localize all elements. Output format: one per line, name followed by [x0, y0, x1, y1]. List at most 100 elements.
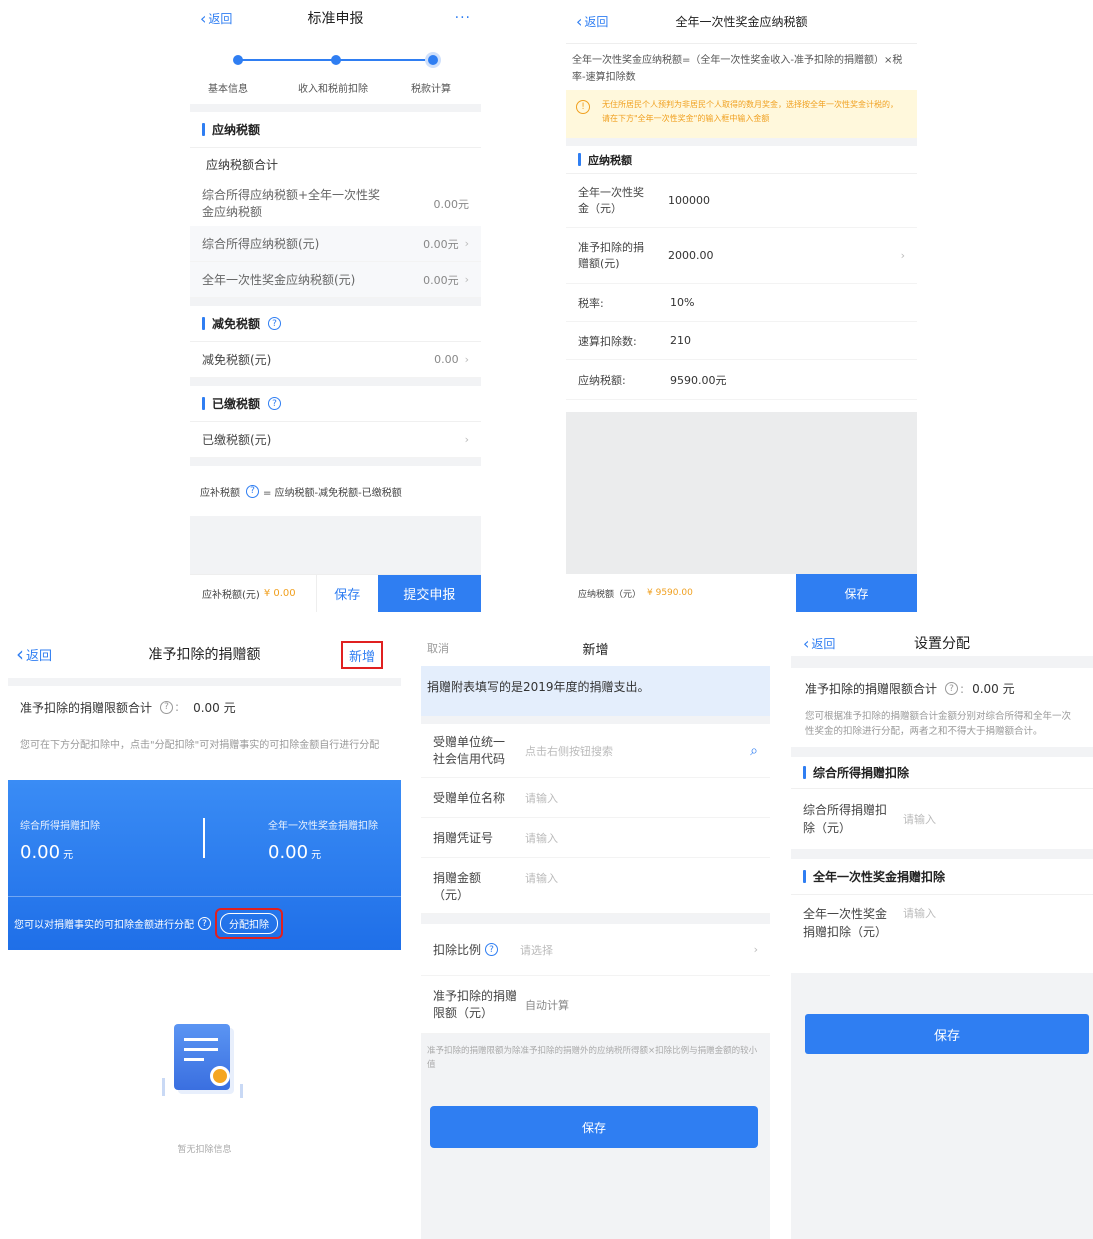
- formula-text: = 应纳税额-减免税额-已缴税额: [263, 487, 402, 499]
- empty-state: 暂无扣除信息: [8, 950, 401, 1239]
- kv-row-bonus: 全年一次性奖金（元） 100000: [566, 174, 917, 228]
- save-button[interactable]: 保存: [805, 1014, 1089, 1054]
- kv-key: 全年一次性奖金（元）: [578, 185, 644, 215]
- help-icon[interactable]: ?: [246, 484, 259, 498]
- recipient-name-input[interactable]: 请输入: [525, 790, 758, 806]
- step-dot-1: [233, 55, 243, 65]
- chevron-right-icon: ›: [753, 943, 758, 956]
- help-icon[interactable]: ?: [268, 317, 282, 330]
- formula-text: 全年一次性奖金应纳税额=（全年一次性奖金收入-准予扣除的捐赠额）×税率-速算扣除…: [572, 55, 903, 83]
- section-comprehensive: 综合所得捐赠扣除 综合所得捐赠扣除（元） 请输入: [791, 757, 1093, 849]
- kv-row-payable: 应纳税额: 9590.00元: [566, 360, 917, 400]
- warning-icon: !: [576, 100, 590, 114]
- help-icon[interactable]: ?: [198, 917, 211, 930]
- section-title: 应纳税额: [566, 146, 917, 174]
- footer-value: ¥ 9590.00: [647, 588, 693, 598]
- save-button[interactable]: 保存: [315, 575, 378, 612]
- summary-right: 全年一次性奖金捐赠扣除 0.00 元: [268, 817, 378, 863]
- limit-value: 自动计算: [525, 998, 569, 1012]
- step-progress: 基本信息 收入和税前扣除 税款计算: [190, 36, 481, 104]
- allot-text: 您可以对捐赠事实的可扣除金额进行分配: [14, 920, 194, 931]
- row-comprehensive-tax[interactable]: 综合所得应纳税额(元) 0.00元 ›: [190, 226, 481, 262]
- step-dot-2: [331, 55, 341, 65]
- save-button[interactable]: 保存: [796, 574, 917, 612]
- kv-key: 速算扣除数:: [578, 334, 637, 348]
- section-title-paid: 已缴税额?: [190, 386, 481, 422]
- help-icon[interactable]: ?: [945, 682, 959, 695]
- summary-card: 综合所得捐赠扣除 0.00 元 全年一次性奖金捐赠扣除 0.00 元 您可以对捐赠事…: [8, 780, 401, 950]
- field-label: 受赠单位统一社会信用代码: [433, 734, 506, 766]
- help-icon[interactable]: ?: [485, 943, 499, 956]
- limit-note: 准予扣除的捐赠限额为除准予扣除的捐赠外的应纳税所得额×扣除比例与捐赠金额的较小值: [427, 1046, 758, 1070]
- cancel-button[interactable]: 取消: [427, 640, 449, 656]
- field-ratio[interactable]: 扣除比例 ? 请选择 ›: [421, 924, 770, 976]
- footer-bar: 应补税额(元) ¥ 0.00 保存 提交申报: [190, 574, 481, 612]
- formula-label: 应补税额: [200, 487, 240, 499]
- back-button[interactable]: ‹ 返回: [576, 0, 608, 43]
- limit-label: 准予扣除的捐赠限额合计: [805, 682, 938, 696]
- add-button[interactable]: 新增: [341, 641, 383, 669]
- total-row: 综合所得应纳税额+全年一次性奖金应纳税额 0.00元: [190, 182, 481, 226]
- more-icon[interactable]: ···: [455, 10, 471, 26]
- chevron-right-icon: ›: [464, 237, 469, 250]
- field-label: 全年一次性奖金捐赠扣除（元）: [803, 907, 888, 939]
- screen-set-allocation: ‹ 返回 设置分配 准予扣除的捐赠限额合计 ? : 0.00 元 您可根据准予扣除…: [791, 630, 1093, 1239]
- help-icon[interactable]: ?: [268, 397, 282, 410]
- credit-code-input[interactable]: 点击右侧按钮搜索: [525, 743, 750, 759]
- save-button[interactable]: 保存: [430, 1106, 758, 1148]
- back-button[interactable]: ‹ 返回: [803, 630, 835, 656]
- search-icon[interactable]: ⌕: [750, 743, 758, 759]
- allot-highlight: 分配扣除: [215, 908, 283, 939]
- year-banner: 捐赠附表填写的是2019年度的捐赠支出。: [421, 666, 770, 716]
- page-title: 标准申报: [307, 11, 364, 27]
- row-reduce[interactable]: 减免税额(元) 0.00 ›: [190, 342, 481, 378]
- kv-value: 2000.00: [668, 249, 714, 262]
- limit-label: 准予扣除的捐赠限额合计: [20, 700, 153, 715]
- field-label: 捐赠凭证号: [433, 831, 494, 845]
- row-bonus-tax[interactable]: 全年一次性奖金应纳税额(元) 0.00元 ›: [190, 262, 481, 298]
- kv-row-quick: 速算扣除数: 210: [566, 322, 917, 360]
- page-title: 全年一次性奖金应纳税额: [675, 15, 808, 29]
- row-paid[interactable]: 已缴税额(元) ›: [190, 422, 481, 458]
- divider: [190, 298, 481, 306]
- bonus-input[interactable]: 请输入: [903, 905, 1081, 921]
- kv-row-donation[interactable]: 准予扣除的捐赠额(元) 2000.00 ›: [566, 228, 917, 284]
- limit-value: 0.00 元: [972, 682, 1015, 696]
- back-button[interactable]: ‹ 返回: [16, 630, 52, 678]
- blank-area: [566, 412, 917, 574]
- section-title-payable: 应纳税额: [190, 112, 481, 148]
- amount-input[interactable]: 请输入: [525, 870, 758, 886]
- kv-key: 准予扣除的捐赠额(元): [578, 240, 644, 270]
- allot-bar: 您可以对捐赠事实的可扣除金额进行分配 ? 分配扣除: [8, 896, 401, 950]
- page-title: 准予扣除的捐赠额: [148, 647, 261, 663]
- limit-block: 准予扣除的捐赠限额合计 ? : 0.00 元 您可根据准予扣除的捐赠额合计金额分…: [791, 668, 1093, 747]
- step-label-2: 收入和税前扣除: [298, 84, 368, 95]
- screen-bonus-tax: ‹ 返回 全年一次性奖金应纳税额 全年一次性奖金应纳税额=（全年一次性奖金收入-准…: [566, 0, 917, 612]
- row-value: 0.00元: [423, 273, 459, 287]
- field-voucher: 捐赠凭证号 请输入: [421, 818, 770, 858]
- allot-button[interactable]: 分配扣除: [220, 913, 278, 934]
- submit-button[interactable]: 提交申报: [377, 575, 481, 612]
- row-label: 综合所得应纳税额(元): [202, 237, 320, 251]
- help-icon[interactable]: ?: [160, 700, 174, 714]
- footer-label: 应补税额(元): [202, 590, 260, 601]
- nav-bar: ‹ 返回 设置分配: [791, 630, 1093, 656]
- summary-right-label: 全年一次性奖金捐赠扣除: [268, 821, 378, 832]
- back-label: 返回: [811, 636, 836, 651]
- field-bonus: 全年一次性奖金捐赠扣除（元） 请输入: [791, 895, 1093, 973]
- field-credit-code: 受赠单位统一社会信用代码 点击右侧按钮搜索 ⌕: [421, 724, 770, 778]
- comprehensive-input[interactable]: 请输入: [903, 811, 1081, 827]
- voucher-input[interactable]: 请输入: [525, 830, 758, 846]
- nav-bar: ‹ 返回 全年一次性奖金应纳税额: [566, 0, 917, 44]
- ratio-select[interactable]: 请选择: [498, 942, 748, 958]
- row-value: 0.00元: [423, 237, 459, 251]
- back-label: 返回: [584, 15, 609, 29]
- total-title: 应纳税额合计: [206, 158, 279, 172]
- nav-bar: ‹ 返回 准予扣除的捐赠额 新增: [8, 630, 401, 678]
- chevron-right-icon: ›: [464, 353, 469, 366]
- kv-row-rate: 税率: 10%: [566, 284, 917, 322]
- back-button[interactable]: ‹ 返回: [200, 0, 232, 36]
- summary-left-value: 0.00: [20, 842, 61, 863]
- form-group-2: 扣除比例 ? 请选择 › 准予扣除的捐赠限额（元） 自动计算: [421, 924, 770, 1034]
- footer-value: ¥ 0.00: [263, 588, 296, 599]
